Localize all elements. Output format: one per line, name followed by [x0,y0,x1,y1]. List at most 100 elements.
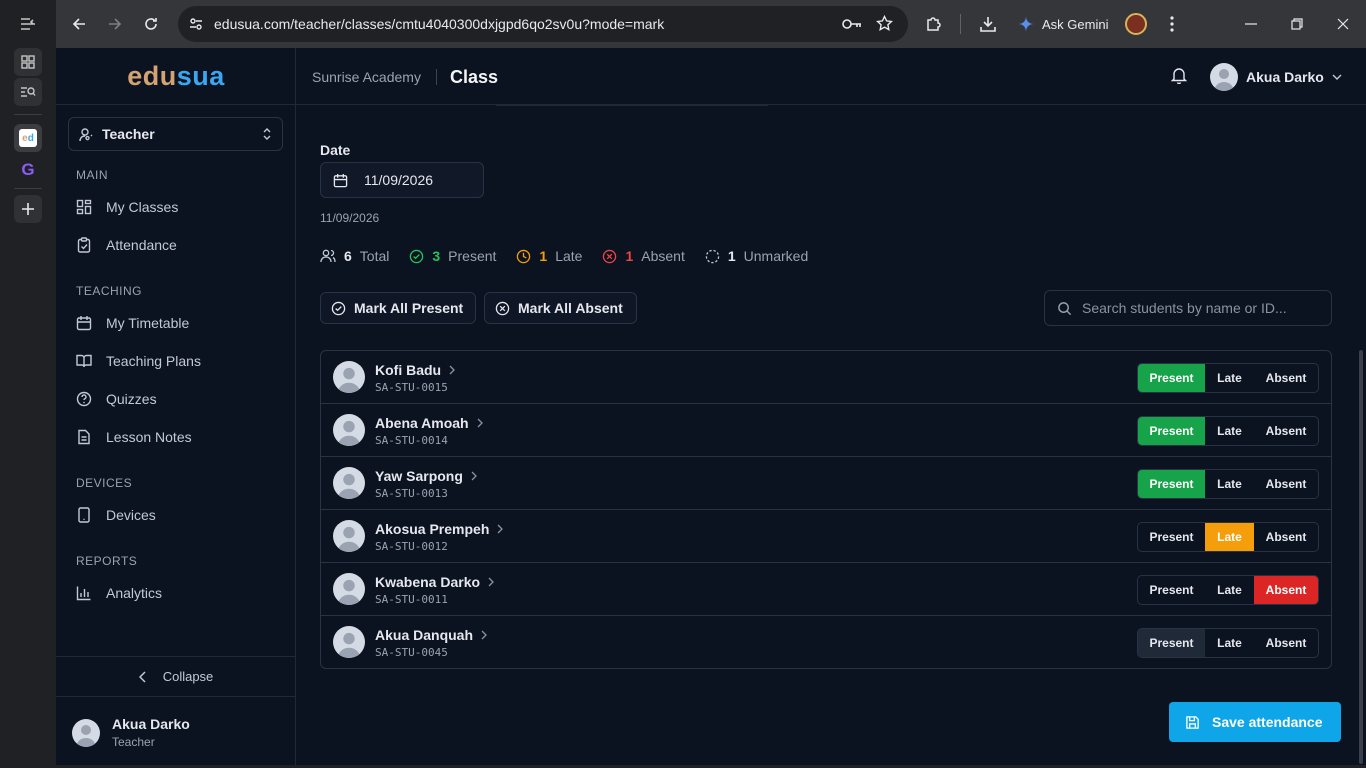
absent-option[interactable]: Absent [1254,576,1318,604]
student-search[interactable] [1044,290,1332,326]
extensions-puzzle-icon[interactable] [922,12,946,36]
chevron-right-icon [477,418,483,428]
avatar [72,718,100,747]
close-window-icon[interactable] [1331,12,1355,36]
late-option[interactable]: Late [1205,523,1254,551]
absent-option[interactable]: Absent [1254,629,1318,657]
date-label: Date [320,142,351,158]
present-option[interactable]: Present [1138,470,1205,498]
breadcrumb-school[interactable]: Sunrise Academy [312,69,421,85]
clipboard-check-icon [76,237,92,253]
sidebar-item-teaching-plans[interactable]: Teaching Plans [76,349,201,373]
collapse-sidebar-button[interactable]: Collapse [56,656,296,697]
browser-menu-icon[interactable] [1160,12,1184,36]
avatar [333,573,365,605]
avatar [333,361,365,393]
student-name[interactable]: Kwabena Darko [375,574,494,590]
present-option[interactable]: Present [1138,417,1205,445]
sidebar-item-lesson-notes[interactable]: Lesson Notes [76,425,192,449]
absent-option[interactable]: Absent [1254,364,1318,392]
role-selector[interactable]: Teacher [68,117,283,151]
absent-option[interactable]: Absent [1254,523,1318,551]
sidebar-user-card[interactable]: Akua Darko Teacher [72,716,190,749]
late-option[interactable]: Late [1205,576,1254,604]
attendance-main: Date 11/09/2026 11/09/2026 6 Total 3 Pre… [296,105,1366,765]
page-scrollbar[interactable] [1359,350,1363,764]
table-row: Kofi Badu SA-STU-0015 Present Late Absen… [321,351,1331,404]
notification-bell-icon[interactable] [1171,67,1187,84]
absent-option[interactable]: Absent [1254,417,1318,445]
ask-gemini-button[interactable]: Ask Gemini [1018,12,1108,36]
x-circle-icon [495,301,510,316]
student-name[interactable]: Akosua Prempeh [375,521,504,537]
section-devices: DEVICES [76,476,133,490]
app-window: edu sua Teacher MAIN My Classes Attendanc… [56,48,1366,765]
student-name[interactable]: Yaw Sarpong [375,468,477,484]
x-circle-icon [602,249,617,264]
section-main: MAIN [76,168,108,182]
address-bar[interactable]: edusua.com/teacher/classes/cmtu4040300dx… [178,6,908,42]
chevron-right-icon [449,365,456,375]
search-input[interactable] [1082,300,1319,316]
sidebar-item-attendance[interactable]: Attendance [76,233,177,257]
chevron-right-icon [497,524,504,534]
tab-search-icon[interactable] [14,78,42,106]
downloads-icon[interactable] [976,12,1000,36]
header-user-menu[interactable]: Akua Darko [1210,63,1342,91]
section-teaching: TEACHING [76,284,143,298]
late-option[interactable]: Late [1205,629,1254,657]
divider [496,105,768,106]
calendar-icon [76,315,92,331]
sidebar-item-quizzes[interactable]: Quizzes [76,387,157,411]
file-text-icon [76,429,92,445]
absent-option[interactable]: Absent [1254,470,1318,498]
check-circle-icon [331,301,346,316]
late-option[interactable]: Late [1205,470,1254,498]
sidebar-toggle-icon[interactable] [14,10,42,38]
profile-avatar-icon[interactable] [1124,12,1148,36]
tab-grid-icon[interactable] [14,48,42,76]
status-toggle: Present Late Absent [1137,522,1319,552]
minimize-icon[interactable] [1239,12,1263,36]
chevron-left-icon [138,670,147,683]
sidebar-item-devices[interactable]: Devices [76,503,156,527]
page-header: Sunrise Academy Class Akua Darko [296,48,1366,105]
student-name[interactable]: Abena Amoah [375,415,483,431]
present-option[interactable]: Present [1138,576,1205,604]
stat-late: 1 Late [516,248,582,264]
date-picker-button[interactable]: 11/09/2026 [320,162,484,198]
new-tab-plus-icon[interactable] [14,195,42,223]
present-option[interactable]: Present [1138,523,1205,551]
avatar [333,520,365,552]
status-toggle: Present Late Absent [1137,416,1319,446]
late-option[interactable]: Late [1205,364,1254,392]
chevron-right-icon [481,630,487,640]
dashed-circle-icon [705,249,720,264]
forward-arrow-icon[interactable] [103,12,127,36]
late-option[interactable]: Late [1205,417,1254,445]
sidebar-item-analytics[interactable]: Analytics [76,581,162,605]
restore-icon[interactable] [1285,12,1309,36]
back-arrow-icon[interactable] [67,12,91,36]
bar-chart-icon [76,585,92,601]
g-app-icon[interactable]: G [14,156,42,184]
reload-icon[interactable] [139,12,163,36]
status-toggle: Present Late Absent [1137,363,1319,393]
edusua-logo[interactable]: edu sua [56,48,296,105]
student-name[interactable]: Kofi Badu [375,362,456,378]
edusua-tab-icon[interactable]: ed [14,124,42,152]
present-option[interactable]: Present [1138,629,1205,657]
mark-all-absent-button[interactable]: Mark All Absent [484,292,637,324]
student-name[interactable]: Akua Danquah [375,627,487,643]
sidebar-item-my-timetable[interactable]: My Timetable [76,311,189,335]
mark-all-present-button[interactable]: Mark All Present [320,292,476,324]
table-row: Kwabena Darko SA-STU-0011 Present Late A… [321,563,1331,616]
save-attendance-button[interactable]: Save attendance [1169,702,1341,742]
present-option[interactable]: Present [1138,364,1205,392]
sidebar-item-my-classes[interactable]: My Classes [76,195,178,219]
table-row: Akosua Prempeh SA-STU-0012 Present Late … [321,510,1331,563]
site-info-icon[interactable] [188,16,204,32]
sidebar-user-role: Teacher [112,735,155,749]
password-key-icon[interactable] [842,17,862,31]
bookmark-star-icon[interactable] [876,15,893,32]
